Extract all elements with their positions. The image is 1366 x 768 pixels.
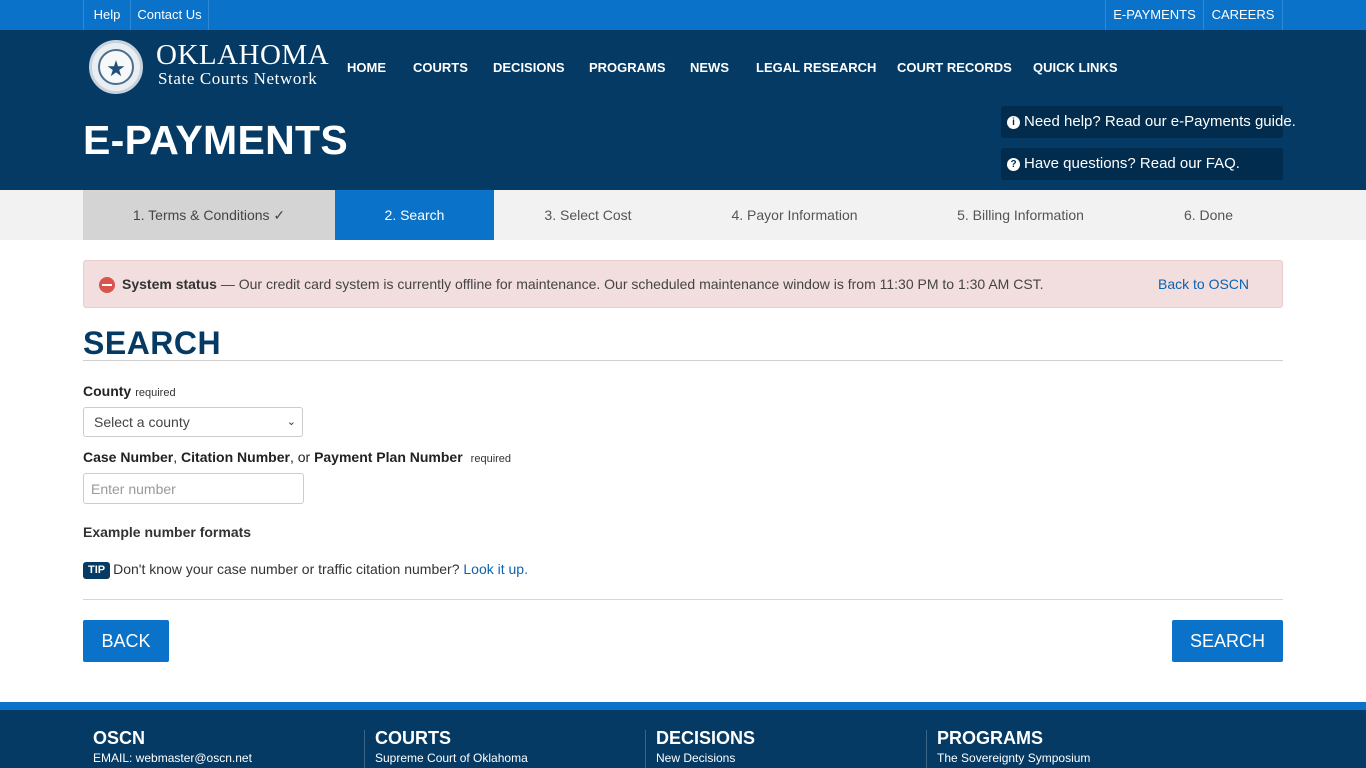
help-link[interactable]: Help [83,0,131,30]
step-search: 2. Search [335,190,494,240]
case-sep-1: , [173,449,182,465]
case-label-3: Payment Plan Number [314,449,463,465]
footer-divider [645,730,646,768]
alert-title: System status [122,276,217,292]
guide-link-label: Need help? Read our e-Payments guide. [1024,113,1296,130]
back-button[interactable]: BACK [83,620,169,662]
page-title: E-PAYMENTS [83,117,348,163]
step-billing-information: 5. Billing Information [957,207,1084,223]
nav-courts[interactable]: COURTS [413,58,468,78]
form-divider [83,599,1283,600]
brand-subtitle[interactable]: State Courts Network [158,70,317,88]
alert-message: — Our credit card system is currently of… [216,276,1044,292]
progress-steps: 1. Terms & Conditions ✓ 2. Search 3. Sel… [0,190,1366,240]
example-formats-toggle[interactable]: Example number formats [83,524,251,540]
nav-court-records[interactable]: COURT RECORDS [897,58,1012,78]
chevron-down-icon: ⌄ [286,416,296,428]
tip-row: TIP Don't know your case number or traffi… [83,560,528,579]
county-label: County required [83,383,176,399]
alert-text: System status — Our credit card system i… [122,261,1044,307]
nav-decisions[interactable]: DECISIONS [493,58,565,78]
footer-heading: DECISIONS [656,728,756,748]
faq-link-label: Have questions? Read our FAQ. [1024,155,1240,172]
nav-home[interactable]: HOME [347,58,386,78]
footer-divider [364,730,365,768]
footer-heading: PROGRAMS [937,728,1044,748]
tip-badge: TIP [83,562,111,579]
step-select-cost: 3. Select Cost [544,207,632,223]
footer-link[interactable]: New Decisions [656,750,755,766]
step-payor-information: 4. Payor Information [731,207,858,223]
star-icon: ★ [106,56,126,81]
footer-col-oscn: OSCN EMAIL: webmaster@oscn.net [93,728,252,768]
case-number-label: Case Number, Citation Number, or Payment… [83,449,511,465]
system-status-alert: System status — Our credit card system i… [83,260,1283,308]
section-divider [83,360,1283,361]
nav-legal-research[interactable]: LEGAL RESEARCH [756,58,876,78]
required-hint: required [135,387,176,399]
county-label-text: County [83,383,132,399]
nav-quick-links[interactable]: QUICK LINKS [1033,58,1118,78]
step-done: 6. Done [1183,207,1234,223]
footer-link[interactable]: Supreme Court of Oklahoma [375,750,528,766]
case-number-input[interactable] [83,473,304,504]
contact-us-link[interactable]: Contact Us [130,0,209,30]
back-to-oscn-link[interactable]: Back to OSCN [1158,261,1249,307]
section-title: SEARCH [83,325,222,361]
footer-heading: COURTS [375,728,451,748]
footer-col-courts: COURTS Supreme Court of Oklahoma [375,728,528,768]
utility-bar: Help Contact Us E-PAYMENTS CAREERS [0,0,1366,30]
look-it-up-link[interactable]: Look it up. [463,561,528,577]
info-icon: i [1007,116,1020,129]
epayments-guide-link[interactable]: i Need help? Read our e-Payments guide. [1001,106,1296,138]
nav-news[interactable]: NEWS [690,58,729,78]
tip-text: Don't know your case number or traffic c… [113,561,464,577]
footer-divider [926,730,927,768]
footer-link[interactable]: The Sovereignty Symposium [937,750,1090,766]
case-label-2: Citation Number [181,449,290,465]
no-entry-icon [99,277,115,293]
case-label-1: Case Number [83,449,174,465]
footer-heading: OSCN [93,728,146,748]
footer-email-link[interactable]: EMAIL: webmaster@oscn.net [93,750,252,766]
faq-link[interactable]: ? Have questions? Read our FAQ. [1001,148,1283,180]
footer-col-programs: PROGRAMS The Sovereignty Symposium [937,728,1090,768]
question-icon: ? [1007,158,1020,171]
e-payments-link[interactable]: E-PAYMENTS [1105,0,1204,30]
careers-link[interactable]: CAREERS [1203,0,1283,30]
oklahoma-seal-logo[interactable]: ★ [89,40,143,94]
brand-title[interactable]: OKLAHOMA [156,40,329,70]
county-select-value: Select a county [94,414,190,430]
required-hint: required [470,453,512,465]
search-button[interactable]: SEARCH [1172,620,1283,662]
case-sep-2: , or [289,449,315,465]
nav-programs[interactable]: PROGRAMS [589,58,666,78]
step-terms: 1. Terms & Conditions ✓ [83,190,335,240]
footer-col-decisions: DECISIONS New Decisions [656,728,755,768]
county-select[interactable]: Select a county ⌄ [83,407,303,437]
